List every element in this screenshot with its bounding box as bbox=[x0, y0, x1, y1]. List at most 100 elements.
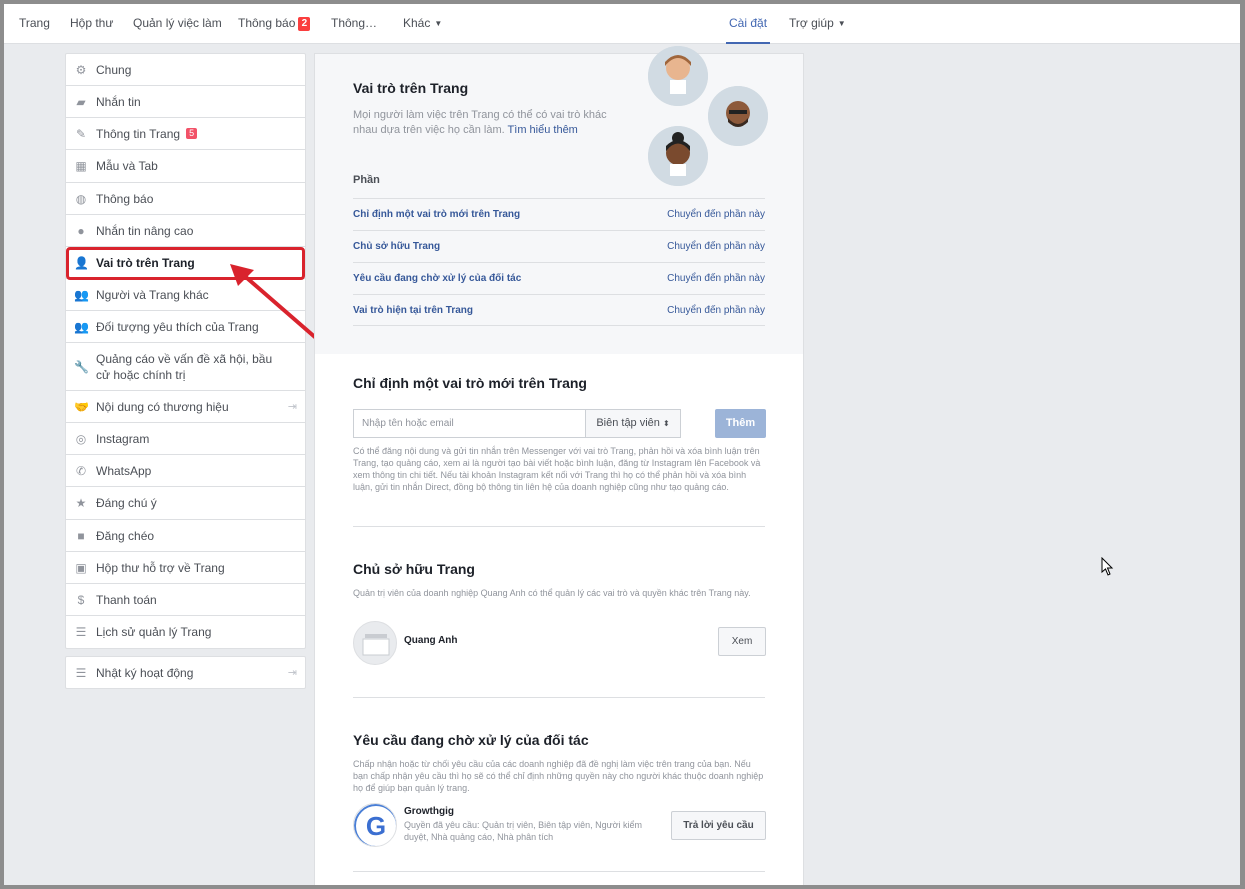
people-icon: 👥 bbox=[74, 287, 89, 302]
sidebar-item-page-info[interactable]: ✎ Thông tin Trang 5 bbox=[66, 118, 305, 150]
avatar bbox=[648, 46, 708, 106]
sidebar-item-instagram[interactable]: ◎ Instagram bbox=[66, 423, 305, 455]
star-icon: ★ bbox=[75, 496, 87, 510]
section-row: Chủ sở hữu Trang Chuyển đến phần này bbox=[353, 230, 765, 262]
settings-sidebar: ⚙ Chung ▰ Nhắn tin ✎ Thông tin Trang 5 ▦ Mẫu … bbox=[65, 53, 306, 649]
nav-help-label: Trợ giúp bbox=[789, 16, 834, 30]
pending-description: Chấp nhận hoặc từ chối yêu cầu của các d… bbox=[353, 759, 764, 793]
page-title: Vai trò trên Trang bbox=[353, 80, 469, 96]
jump-link[interactable]: Chuyển đến phần này bbox=[667, 305, 765, 316]
sidebar-item-label: Nhắn tin nâng cao bbox=[96, 223, 194, 238]
sidebar-item-label: Thông báo bbox=[96, 191, 154, 206]
nav-jobs[interactable]: Quản lý việc làm bbox=[133, 4, 222, 44]
caret-down-icon: ▼ bbox=[837, 19, 846, 28]
main-content: Vai trò trên Trang Mọi người làm việc tr… bbox=[314, 46, 804, 885]
sidebar-item-political-ads[interactable]: 🔧 Quảng cáo về vấn đề xã hội, bầu cử hoặc… bbox=[66, 343, 305, 391]
nav-more[interactable]: Khác ▼ bbox=[403, 4, 442, 44]
sidebar-item-label: Hộp thư hỗ trợ về Trang bbox=[96, 560, 225, 575]
page-description: Mọi người làm việc trên Trang có thể có … bbox=[353, 108, 623, 138]
section-link[interactable]: Chủ sở hữu Trang bbox=[353, 241, 440, 252]
sidebar-item-label: Nội dung có thương hiệu bbox=[96, 399, 229, 414]
people-icon: 👥 bbox=[74, 319, 89, 334]
sidebar-item-management-history[interactable]: ☰ Lịch sử quản lý Trang bbox=[66, 616, 305, 648]
nav-page-label: Trang bbox=[19, 16, 50, 30]
instagram-icon: ◎ bbox=[75, 431, 87, 446]
notification-badge: 2 bbox=[298, 17, 311, 31]
avatar bbox=[708, 86, 768, 146]
sidebar-item-label: Thông tin Trang bbox=[96, 126, 181, 141]
role-select-value: Biên tập viên bbox=[596, 417, 660, 429]
nav-page[interactable]: Trang bbox=[19, 4, 50, 44]
list-icon: ☰ bbox=[75, 665, 87, 680]
reply-request-button[interactable]: Trả lời yêu cầu bbox=[671, 811, 766, 840]
jump-link[interactable]: Chuyển đến phần này bbox=[667, 241, 765, 252]
name-email-input[interactable]: Nhập tên hoặc email bbox=[353, 409, 585, 438]
role-description: Có thể đăng nội dung và gửi tin nhắn trê… bbox=[353, 446, 761, 492]
section-link[interactable]: Vai trò hiện tại trên Trang bbox=[353, 305, 473, 316]
sidebar-item-branded-content[interactable]: 🤝 Nội dung có thương hiệu ⇥ bbox=[66, 391, 305, 423]
sidebar-item-label: Thanh toán bbox=[96, 592, 157, 607]
jump-link[interactable]: Chuyển đến phần này bbox=[667, 273, 765, 284]
nav-settings[interactable]: Cài đặt bbox=[726, 4, 771, 44]
nav-more-label: Khác bbox=[403, 16, 431, 30]
caret-down-icon: ▼ bbox=[434, 19, 443, 28]
grid-icon: ▦ bbox=[75, 159, 87, 173]
owner-description: Quản trị viên của doanh nghiệp Quang Anh… bbox=[353, 588, 751, 598]
learn-more-link[interactable]: Tìm hiểu thêm bbox=[508, 124, 578, 136]
sidebar-item-messaging[interactable]: ▰ Nhắn tin bbox=[66, 86, 305, 118]
annotation-arrow-icon bbox=[230, 264, 318, 340]
sidebar-badge: 5 bbox=[186, 128, 198, 139]
dollar-icon: $ bbox=[77, 592, 85, 607]
section-link[interactable]: Yêu cầu đang chờ xử lý của đối tác bbox=[353, 273, 521, 284]
sections-label: Phần bbox=[353, 174, 380, 186]
nav-notifications-label: Thông báo bbox=[238, 16, 296, 30]
sidebar-item-advanced-messaging[interactable]: ● Nhắn tin nâng cao bbox=[66, 215, 305, 247]
video-icon: ■ bbox=[77, 528, 85, 543]
nav-insights[interactable]: Thông… bbox=[331, 4, 377, 44]
top-navigation: Trang Hộp thư Quản lý việc làm Thông báo… bbox=[4, 4, 1240, 44]
whatsapp-icon: ✆ bbox=[75, 463, 87, 478]
history-icon: ☰ bbox=[75, 625, 87, 639]
globe-icon: ◍ bbox=[75, 191, 87, 206]
nav-inbox[interactable]: Hộp thư bbox=[70, 4, 113, 44]
sidebar-item-label: Đáng chú ý bbox=[96, 496, 157, 510]
gear-icon: ⚙ bbox=[75, 62, 87, 77]
section-row: Chỉ định một vai trò mới trên Trang Chuyể… bbox=[353, 198, 765, 230]
partner-name[interactable]: Growthgig bbox=[404, 806, 454, 817]
chat-icon: ▰ bbox=[76, 94, 86, 109]
nav-inbox-label: Hộp thư bbox=[70, 16, 114, 30]
sidebar-item-label: Nhắn tin bbox=[96, 94, 141, 109]
add-button[interactable]: Thêm bbox=[715, 409, 766, 438]
sidebar-item-label: WhatsApp bbox=[96, 463, 152, 478]
role-select[interactable]: Biên tập viên ⬍ bbox=[585, 409, 681, 438]
app-window: Trang Hộp thư Quản lý việc làm Thông báo… bbox=[4, 4, 1240, 885]
nav-notifications[interactable]: Thông báo 2 bbox=[238, 4, 311, 44]
nav-settings-label: Cài đặt bbox=[729, 16, 768, 30]
external-link-icon: ⇥ bbox=[287, 401, 297, 413]
wrench-icon: 🔧 bbox=[74, 359, 89, 374]
pending-title: Yêu cầu đang chờ xử lý của đối tác bbox=[353, 732, 589, 748]
sidebar-item-label: Nhật ký hoạt động bbox=[96, 665, 194, 680]
view-button[interactable]: Xem bbox=[718, 627, 766, 656]
section-link[interactable]: Chỉ định một vai trò mới trên Trang bbox=[353, 209, 520, 220]
sidebar-item-support-inbox[interactable]: ▣ Hộp thư hỗ trợ về Trang bbox=[66, 552, 305, 584]
svg-text:G: G bbox=[366, 811, 386, 841]
sidebar-item-templates-tabs[interactable]: ▦ Mẫu và Tab bbox=[66, 150, 305, 183]
nav-jobs-label: Quản lý việc làm bbox=[133, 16, 222, 30]
jump-link[interactable]: Chuyển đến phần này bbox=[667, 209, 765, 220]
avatar bbox=[648, 126, 708, 186]
sidebar-item-notifications[interactable]: ◍ Thông báo bbox=[66, 183, 305, 215]
sidebar-item-payments[interactable]: $ Thanh toán bbox=[66, 584, 305, 616]
sidebar-item-general[interactable]: ⚙ Chung bbox=[66, 54, 305, 86]
sidebar-item-crossposting[interactable]: ■ Đăng chéo bbox=[66, 520, 305, 552]
section-row: Yêu cầu đang chờ xử lý của đối tác Chuyển… bbox=[353, 262, 765, 294]
sidebar-item-activity-log[interactable]: ☰ Nhật ký hoạt động ⇥ bbox=[66, 657, 305, 688]
owner-name[interactable]: Quang Anh bbox=[404, 635, 458, 646]
sidebar-item-whatsapp[interactable]: ✆ WhatsApp bbox=[66, 455, 305, 487]
partner-permissions: Quyền đã yêu cầu: Quản trị viên, Biên tậ… bbox=[404, 820, 643, 842]
sidebar-item-featured[interactable]: ★ Đáng chú ý bbox=[66, 487, 305, 520]
nav-help[interactable]: Trợ giúp ▼ bbox=[789, 4, 846, 44]
mouse-pointer-icon bbox=[1101, 557, 1114, 576]
sidebar-item-label: Đăng chéo bbox=[96, 528, 155, 543]
handshake-icon: 🤝 bbox=[74, 399, 89, 414]
